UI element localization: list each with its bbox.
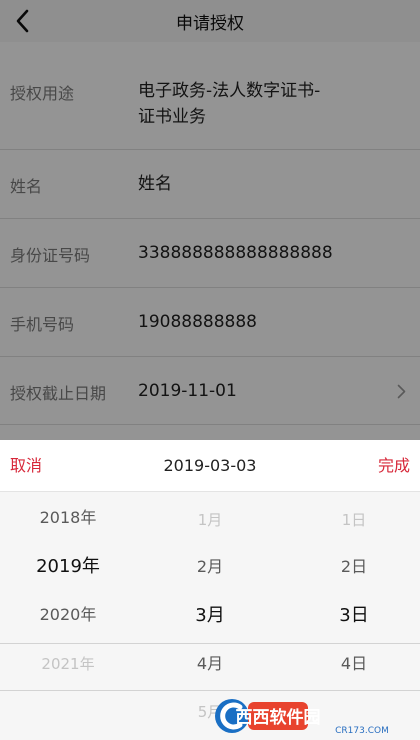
year-option[interactable]: 2018年 [8, 494, 128, 542]
row-expiry-date[interactable]: 授权截止日期 2019-11-01 [0, 357, 420, 425]
done-button[interactable]: 完成 [368, 440, 420, 492]
value-name[interactable]: 姓名 [138, 171, 380, 197]
back-button[interactable] [0, 0, 44, 42]
value-phone[interactable]: 19088888888 [138, 309, 380, 335]
cancel-button[interactable]: 取消 [0, 440, 52, 492]
month-option[interactable]: 2月 [150, 543, 270, 591]
year-option[interactable]: 2021年 [8, 640, 128, 688]
day-option-selected[interactable]: 3日 [294, 592, 414, 640]
value-id-number[interactable]: 338888888888888888 [138, 240, 380, 266]
watermark-brand: 西西软件园 [236, 707, 321, 728]
month-option-selected[interactable]: 3月 [150, 592, 270, 640]
value-purpose-line1: 电子政务-法人数字证书- [138, 81, 321, 101]
label-phone: 手机号码 [10, 315, 75, 334]
month-option[interactable]: 4月 [150, 640, 270, 688]
label-expiry-date: 授权截止日期 [10, 384, 107, 403]
label-purpose: 授权用途 [10, 84, 75, 103]
screen: 申请授权 授权用途 电子政务-法人数字证书- 证书业务 姓名 姓名 身份证号码 … [0, 0, 420, 740]
authorization-form: 授权用途 电子政务-法人数字证书- 证书业务 姓名 姓名 身份证号码 33888… [0, 42, 420, 425]
chevron-right-icon [397, 384, 406, 399]
day-option[interactable]: 2日 [294, 543, 414, 591]
value-expiry-date: 2019-11-01 [138, 381, 237, 401]
row-id-number: 身份证号码 338888888888888888 [0, 219, 420, 288]
month-option[interactable]: 1月 [150, 496, 270, 544]
watermark-logo: 西西软件园 CR173.COM [215, 699, 389, 736]
year-option-selected[interactable]: 2019年 [8, 543, 128, 591]
page-title: 申请授权 [176, 13, 244, 34]
row-purpose: 授权用途 电子政务-法人数字证书- 证书业务 [0, 42, 420, 150]
row-phone: 手机号码 19088888888 [0, 288, 420, 357]
picker-current-value: 2019-03-03 [163, 456, 257, 475]
nav-bar: 申请授权 [0, 0, 420, 42]
year-wheel[interactable]: 2018年 2019年 2020年 2021年 [8, 492, 128, 740]
row-name: 姓名 姓名 [0, 150, 420, 219]
chevron-left-icon [16, 9, 29, 33]
watermark-sub: CR173.COM [335, 726, 389, 736]
label-id-number: 身份证号码 [10, 246, 91, 265]
year-option[interactable]: 2020年 [8, 591, 128, 639]
value-purpose-line2: 证书业务 [138, 107, 206, 127]
label-name: 姓名 [10, 177, 43, 196]
value-purpose: 电子政务-法人数字证书- 证书业务 [138, 78, 380, 130]
picker-toolbar: 取消 2019-03-03 完成 [0, 440, 420, 492]
day-option[interactable]: 4日 [294, 640, 414, 688]
day-option[interactable]: 1日 [294, 496, 414, 544]
date-picker: 取消 2019-03-03 完成 2018年 2019年 2020年 2021年… [0, 440, 420, 740]
